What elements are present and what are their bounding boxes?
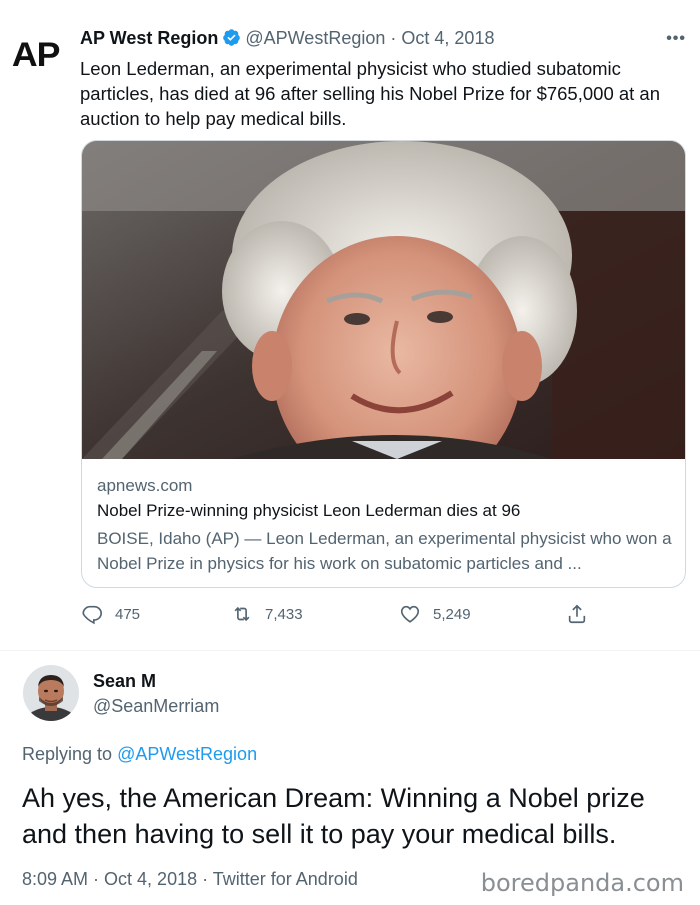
share-icon[interactable] bbox=[566, 603, 588, 625]
replying-to-label: Replying to bbox=[22, 744, 113, 764]
original-tweet[interactable]: AP AP West Region @APWestRegion · Oct 4, … bbox=[0, 0, 700, 650]
card-title[interactable]: Nobel Prize-winning physicist Leon Leder… bbox=[97, 501, 520, 521]
heart-icon[interactable] bbox=[399, 603, 421, 625]
more-options-icon[interactable]: ••• bbox=[666, 30, 686, 48]
header-separator: · bbox=[390, 28, 397, 48]
retweet-icon[interactable] bbox=[231, 603, 253, 625]
reply-icon[interactable] bbox=[81, 603, 103, 625]
reply-meta[interactable]: 8:09 AM · Oct 4, 2018 · Twitter for Andr… bbox=[22, 869, 358, 890]
tweet-actions: 475 7,433 5,249 bbox=[81, 603, 601, 627]
author-name[interactable]: AP West Region bbox=[80, 28, 218, 48]
like-count: 5,249 bbox=[433, 605, 471, 623]
ap-logo[interactable]: AP bbox=[12, 36, 61, 75]
verified-badge-icon bbox=[223, 29, 241, 46]
author-handle[interactable]: @APWestRegion bbox=[245, 28, 385, 48]
replying-to-handle-link[interactable]: @APWestRegion bbox=[117, 744, 257, 764]
watermark: boredpanda.com bbox=[480, 869, 684, 897]
reply-text: Ah yes, the American Dream: Winning a No… bbox=[22, 783, 645, 849]
link-card[interactable]: apnews.com Nobel Prize-winning physicist… bbox=[81, 140, 686, 588]
tweet-date[interactable]: Oct 4, 2018 bbox=[401, 28, 494, 48]
like-action[interactable]: 5,249 bbox=[399, 603, 471, 625]
tweet-text: Leon Lederman, an experimental physicist… bbox=[80, 58, 661, 129]
card-description: BOISE, Idaho (AP) — Leon Lederman, an ex… bbox=[97, 529, 672, 573]
reply-action[interactable]: 475 bbox=[81, 603, 140, 625]
retweet-action[interactable]: 7,433 bbox=[231, 603, 303, 625]
reply-author-handle[interactable]: @SeanMerriam bbox=[93, 696, 219, 717]
replying-to: Replying to @APWestRegion bbox=[22, 744, 257, 765]
retweet-count: 7,433 bbox=[265, 605, 303, 623]
reply-count: 475 bbox=[115, 605, 141, 623]
share-action[interactable] bbox=[566, 603, 588, 625]
tweet-header: AP West Region @APWestRegion · Oct 4, 201… bbox=[80, 28, 494, 49]
card-image[interactable] bbox=[82, 141, 686, 459]
card-domain: apnews.com bbox=[97, 476, 193, 495]
avatar[interactable] bbox=[23, 665, 79, 721]
tweet-divider bbox=[0, 650, 700, 651]
reply-author-name[interactable]: Sean M bbox=[93, 671, 156, 692]
